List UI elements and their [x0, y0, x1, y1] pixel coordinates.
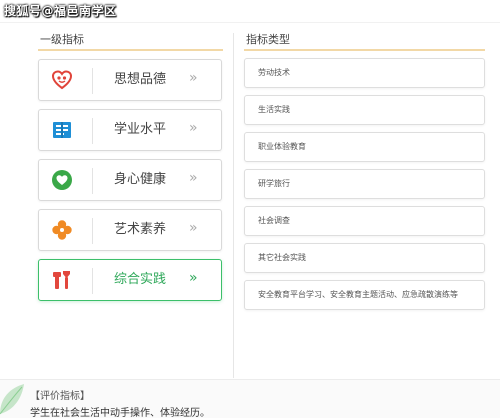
- category-separator: [92, 68, 93, 94]
- indicator-types-panel: 指标类型 劳动技术 生活实践 职业体验教育 研学旅行 社会调查 其它社会实践 安…: [244, 33, 485, 317]
- category-academic[interactable]: 学业水平 »: [38, 109, 222, 151]
- category-label: 思想品德: [114, 72, 167, 87]
- top-divider: [0, 22, 500, 23]
- health-icon: [52, 170, 72, 190]
- evaluation-title: 【评价指标】: [30, 391, 90, 402]
- category-separator: [92, 118, 93, 144]
- type-item-life-practice[interactable]: 生活实践: [244, 95, 485, 125]
- double-chevron-right-icon: »: [189, 220, 197, 236]
- double-chevron-right-icon: »: [189, 120, 197, 136]
- panel-title-indicator-types: 指标类型: [246, 33, 290, 46]
- evaluation-footer: 【评价指标】 学生在社会生活中动手操作、体验经历。: [0, 379, 500, 419]
- type-item-other-social[interactable]: 其它社会实践: [244, 243, 485, 273]
- category-label: 学业水平: [114, 122, 167, 137]
- leaf-decoration-icon: [0, 384, 24, 415]
- category-health[interactable]: 身心健康 »: [38, 159, 222, 201]
- category-separator: [92, 268, 93, 294]
- type-item-career[interactable]: 职业体验教育: [244, 132, 485, 162]
- category-list: 思想品德 » 学业水平 » 身心健康 » 艺术素养 » 综合实践 »: [38, 59, 223, 301]
- tools-icon: [53, 271, 70, 289]
- category-art[interactable]: 艺术素养 »: [38, 209, 222, 251]
- category-practice[interactable]: 综合实践 »: [38, 259, 222, 301]
- category-label: 综合实践: [114, 272, 167, 287]
- category-separator: [92, 168, 93, 194]
- book-icon: [53, 122, 71, 138]
- type-item-labor[interactable]: 劳动技术: [244, 58, 485, 88]
- watermark: 搜狐号@福邑南学区: [4, 4, 117, 18]
- double-chevron-right-icon: »: [189, 270, 197, 286]
- first-level-indicators-panel: 一级指标 思想品德 » 学业水平 » 身心健康 » 艺术素养 » 综合实践 »: [38, 33, 223, 309]
- panel-underline: [244, 49, 485, 51]
- panel-title-first-level: 一级指标: [40, 33, 84, 46]
- double-chevron-right-icon: »: [189, 170, 197, 186]
- type-item-safety-education[interactable]: 安全教育平台学习、安全教育主题活动、应急疏散演练等: [244, 280, 485, 310]
- panel-divider: [233, 33, 234, 378]
- type-list: 劳动技术 生活实践 职业体验教育 研学旅行 社会调查 其它社会实践 安全教育平台…: [244, 58, 485, 310]
- type-item-study-tour[interactable]: 研学旅行: [244, 169, 485, 199]
- category-label: 艺术素养: [114, 222, 167, 237]
- double-chevron-right-icon: »: [189, 70, 197, 86]
- type-item-social-survey[interactable]: 社会调查: [244, 206, 485, 236]
- panel-underline: [38, 49, 223, 51]
- category-moral[interactable]: 思想品德 »: [38, 59, 222, 101]
- flower-icon: [52, 220, 72, 240]
- category-separator: [92, 218, 93, 244]
- category-label: 身心健康: [114, 172, 167, 187]
- heart-icon: [51, 70, 73, 90]
